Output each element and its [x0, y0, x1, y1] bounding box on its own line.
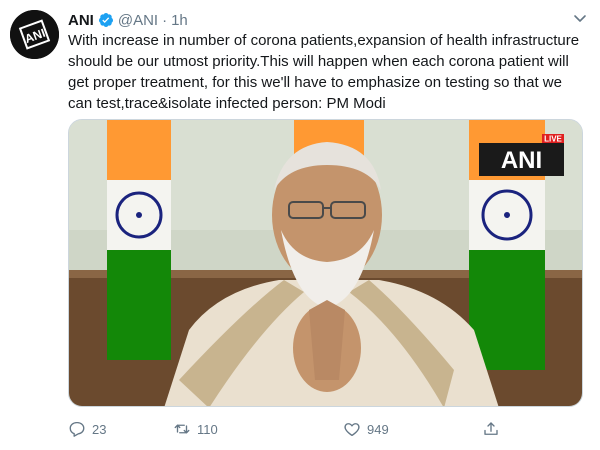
chevron-down-icon[interactable] [570, 8, 590, 28]
tweet-header: ANI @ANI · 1h [68, 10, 580, 30]
tweet-actions: 23 110 949 [68, 420, 583, 442]
author-handle[interactable]: @ANI [118, 12, 158, 29]
timestamp[interactable]: 1h [171, 12, 188, 29]
live-label: LIVE [544, 135, 562, 144]
flag-left [107, 120, 171, 360]
retweet-count: 110 [197, 421, 218, 437]
share-button[interactable] [482, 420, 500, 438]
video-frame: LIVE ANI [69, 120, 582, 406]
separator-dot: · [162, 11, 168, 29]
like-button[interactable]: 949 [343, 420, 389, 438]
tweet-text: With increase in number of corona patien… [68, 32, 580, 112]
watermark-logo-text: ANI [501, 147, 542, 174]
like-count: 949 [367, 421, 389, 437]
retweet-button[interactable]: 110 [173, 420, 218, 438]
heart-icon [344, 423, 360, 437]
tweet-media[interactable]: LIVE ANI [68, 119, 583, 407]
verified-badge-icon [98, 13, 113, 27]
author-name[interactable]: ANI [68, 12, 94, 29]
reply-icon [69, 421, 85, 437]
share-icon [484, 422, 498, 435]
tweet-card[interactable]: ANI ANI @ANI · 1h With increase in numbe… [0, 0, 600, 450]
ani-logo: ANI [10, 10, 59, 59]
avatar[interactable]: ANI [10, 10, 59, 59]
reply-button[interactable]: 23 [68, 420, 106, 438]
retweet-icon [174, 424, 190, 434]
reply-count: 23 [92, 421, 107, 437]
